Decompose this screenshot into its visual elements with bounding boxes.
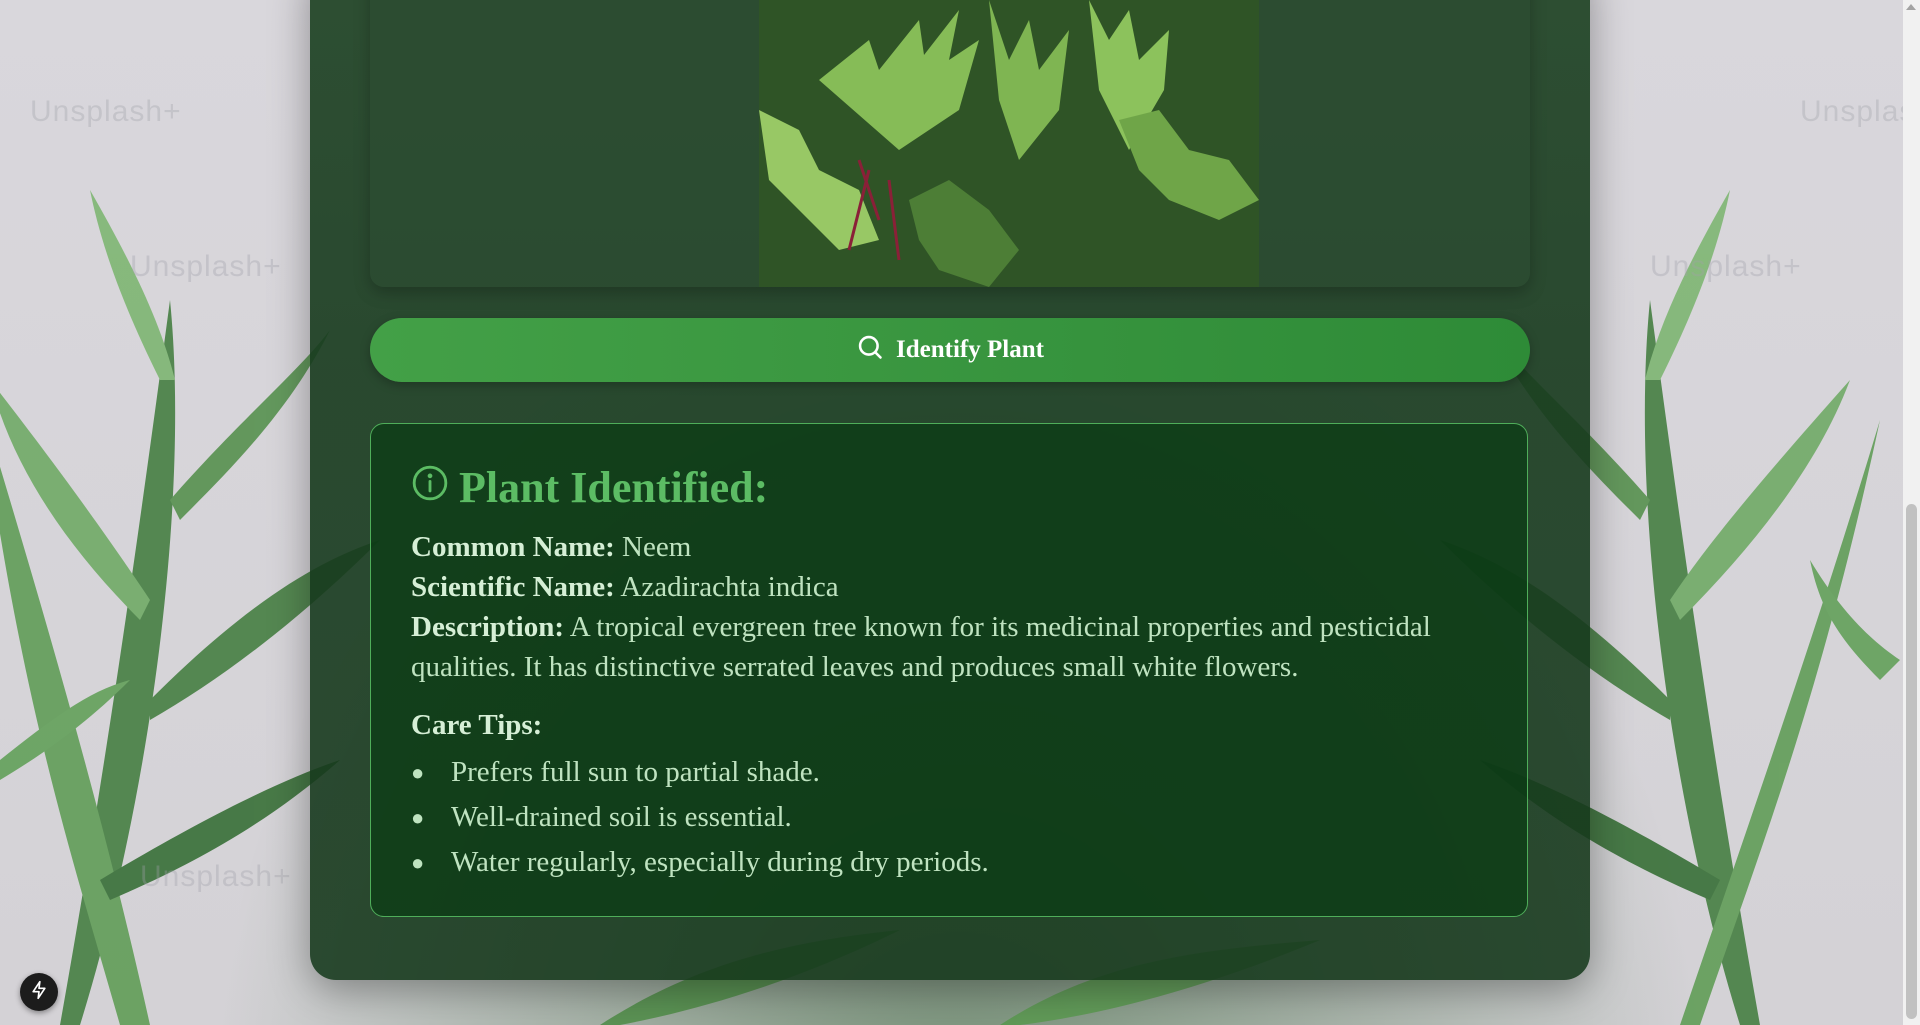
- description-label: Description:: [411, 611, 565, 643]
- common-name-value: Neem: [622, 531, 692, 563]
- image-frame: [370, 0, 1530, 287]
- care-tip-item: ● Well-drained soil is essential.: [411, 795, 1487, 840]
- scientific-name-row: Scientific Name: Azadirachta indica: [411, 567, 1487, 607]
- bullet-icon: ●: [411, 760, 425, 785]
- description-row: Description: A tropical evergreen tree k…: [411, 607, 1487, 687]
- scientific-name-label: Scientific Name:: [411, 571, 615, 603]
- watermark-text: Unsplash+: [1650, 250, 1802, 283]
- bullet-icon: ●: [411, 850, 425, 875]
- scroll-up-arrow-icon[interactable]: [1906, 4, 1916, 10]
- plant-image: [759, 0, 1259, 287]
- result-title: Plant Identified:: [411, 462, 1487, 513]
- identify-plant-label: Identify Plant: [896, 336, 1044, 363]
- common-name-label: Common Name:: [411, 531, 615, 563]
- result-card: Plant Identified: Common Name: Neem Scie…: [370, 423, 1528, 917]
- watermark-text: Unsplash+: [140, 860, 292, 893]
- search-icon: [856, 333, 884, 368]
- info-icon: [411, 462, 449, 513]
- watermark-text: Unsplash+: [130, 250, 282, 283]
- identify-plant-button[interactable]: Identify Plant: [370, 318, 1530, 382]
- care-tip-item: ● Water regularly, especially during dry…: [411, 840, 1487, 885]
- watermark-text: Unsplash+: [1800, 95, 1920, 128]
- bolt-button[interactable]: [20, 973, 58, 1011]
- scientific-name-value: Azadirachta indica: [620, 571, 839, 603]
- page-scrollbar[interactable]: [1903, 0, 1920, 1025]
- main-panel: Identify Plant Plant Identified: Common …: [310, 0, 1590, 980]
- description-value: A tropical evergreen tree known for its …: [411, 611, 1431, 683]
- watermark-text: Unsplash+: [30, 95, 182, 128]
- care-tip-text: Water regularly, especially during dry p…: [451, 846, 989, 878]
- common-name-row: Common Name: Neem: [411, 527, 1487, 567]
- care-tip-text: Prefers full sun to partial shade.: [451, 756, 820, 788]
- care-tips-heading: Care Tips:: [411, 709, 543, 741]
- care-tip-item: ● Prefers full sun to partial shade.: [411, 750, 1487, 795]
- care-tip-text: Well-drained soil is essential.: [451, 801, 792, 833]
- neem-leaves-image: [759, 0, 1259, 287]
- scrollbar-thumb[interactable]: [1906, 504, 1917, 1019]
- result-title-text: Plant Identified:: [459, 463, 769, 512]
- bullet-icon: ●: [411, 805, 425, 830]
- bolt-icon: [29, 980, 49, 1005]
- care-tips-list: ● Prefers full sun to partial shade. ● W…: [411, 750, 1487, 885]
